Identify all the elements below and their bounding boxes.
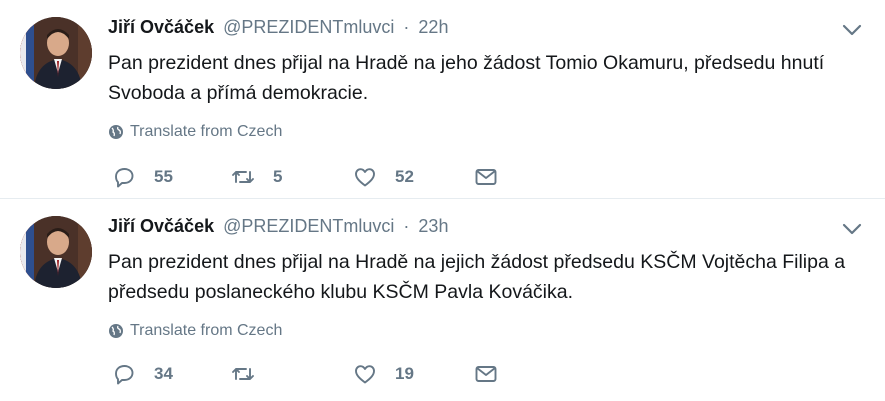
tweet-content: Jiří Ovčáček @PREZIDENTmluvci · 23h Pan … [108,213,865,341]
retweet-button[interactable]: 5 [231,165,353,189]
avatar[interactable] [20,17,92,89]
tweet[interactable]: Jiří Ovčáček @PREZIDENTmluvci · 23h Pan … [0,199,885,401]
translate-label: Translate from Czech [130,322,283,339]
retweet-button[interactable] [231,362,353,386]
heart-icon [355,168,375,187]
direct-message-button[interactable] [474,165,502,189]
retweet-icon [232,171,254,183]
direct-message-button[interactable] [474,362,502,386]
author-name[interactable]: Jiří Ovčáček [108,216,214,236]
reply-count: 34 [154,364,173,383]
chevron-down-icon[interactable] [841,22,863,38]
reply-icon [115,365,134,385]
retweet-count: 5 [273,167,283,186]
like-button[interactable]: 52 [353,165,474,189]
translate-label: Translate from Czech [130,123,283,140]
tweet[interactable]: Jiří Ovčáček @PREZIDENTmluvci · 22h Pan … [0,0,885,199]
separator-dot: · [403,17,410,37]
reply-icon [115,168,134,188]
tweet-header: Jiří Ovčáček @PREZIDENTmluvci · 22h [108,14,865,40]
avatar[interactable] [20,216,92,288]
envelope-icon [475,366,497,382]
timestamp[interactable]: 23h [418,216,448,236]
reply-count: 55 [154,167,173,186]
translate-link[interactable]: Translate from Czech [108,122,865,142]
separator-dot: · [403,216,410,236]
like-button[interactable]: 19 [353,362,474,386]
globe-icon [109,324,123,338]
retweet-icon [232,368,254,380]
tweet-actions: 34 19 [112,360,502,388]
reply-button[interactable]: 34 [112,362,231,386]
author-name[interactable]: Jiří Ovčáček [108,17,214,37]
tweet-feed: Jiří Ovčáček @PREZIDENTmluvci · 22h Pan … [0,0,885,401]
timestamp[interactable]: 22h [418,17,448,37]
envelope-icon [475,169,497,185]
globe-icon [109,125,123,139]
tweet-actions: 55 5 52 [112,163,502,191]
tweet-content: Jiří Ovčáček @PREZIDENTmluvci · 22h Pan … [108,14,865,142]
tweet-header: Jiří Ovčáček @PREZIDENTmluvci · 23h [108,213,865,239]
tweet-text: Pan prezident dnes přijal na Hradě na je… [108,52,825,104]
chevron-down-icon[interactable] [841,221,863,237]
like-count: 52 [395,167,414,186]
author-handle[interactable]: @PREZIDENTmluvci [223,17,394,37]
reply-button[interactable]: 55 [112,165,231,189]
like-count: 19 [395,364,414,383]
translate-link[interactable]: Translate from Czech [108,321,865,341]
tweet-text: Pan prezident dnes přijal na Hradě na je… [108,251,846,303]
heart-icon [355,365,375,384]
author-handle[interactable]: @PREZIDENTmluvci [223,216,394,236]
